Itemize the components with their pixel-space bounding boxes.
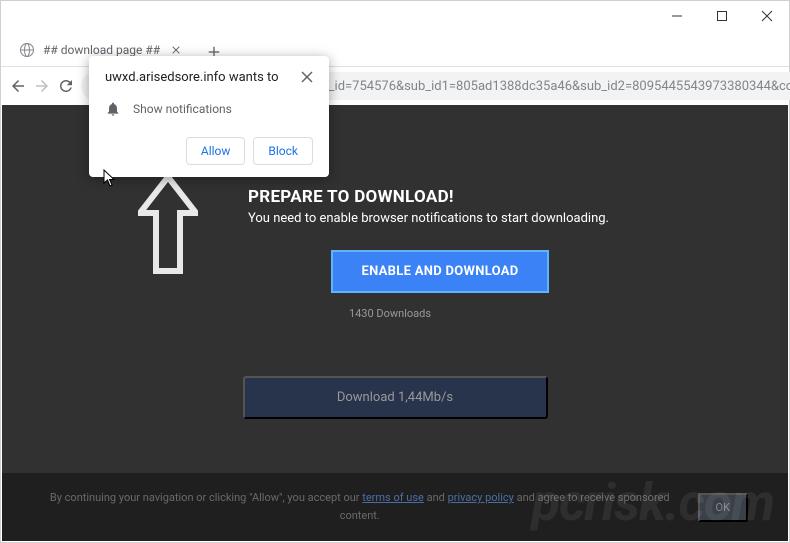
back-button[interactable] (9, 72, 27, 100)
perm-dialog-close-icon[interactable] (301, 68, 317, 84)
terms-link[interactable]: terms of use (362, 491, 424, 504)
perm-actions: Allow Block (105, 137, 313, 165)
bell-icon (105, 101, 121, 117)
window-titlebar (1, 1, 789, 31)
tab-title: ## download page ## (43, 43, 160, 57)
perm-block-button[interactable]: Block (253, 137, 313, 165)
reload-button[interactable] (57, 72, 75, 100)
download-speed-button[interactable]: Download 1,44Mb/s (243, 376, 548, 419)
cookie-consent-bar: By continuing your navigation or clickin… (2, 473, 788, 541)
page-subheading: You need to enable browser notifications… (248, 211, 788, 226)
perm-dialog-title: uwxd.arisedsore.info wants to (105, 70, 313, 85)
perm-row: Show notifications (105, 101, 313, 117)
window-minimize-button[interactable] (654, 1, 699, 31)
perm-row-label: Show notifications (133, 102, 232, 116)
notification-permission-dialog: uwxd.arisedsore.info wants to Show notif… (89, 56, 329, 177)
window-maximize-button[interactable] (699, 1, 744, 31)
page-heading: PREPARE TO DOWNLOAD! (248, 187, 788, 207)
perm-allow-button[interactable]: Allow (186, 137, 246, 165)
cookie-text: By continuing your navigation or clickin… (42, 489, 678, 524)
downloads-count: 1430 Downloads (2, 307, 783, 320)
globe-icon (19, 42, 35, 58)
window-close-button[interactable] (744, 1, 789, 31)
browser-window: ## download page ## uwxd.arisedsore.info… (0, 0, 790, 543)
arrow-up-icon (138, 175, 198, 275)
forward-button[interactable] (33, 72, 51, 100)
enable-download-button[interactable]: ENABLE AND DOWNLOAD (331, 250, 548, 293)
cookie-ok-button[interactable]: OK (698, 493, 748, 522)
privacy-link[interactable]: privacy policy (448, 491, 514, 504)
